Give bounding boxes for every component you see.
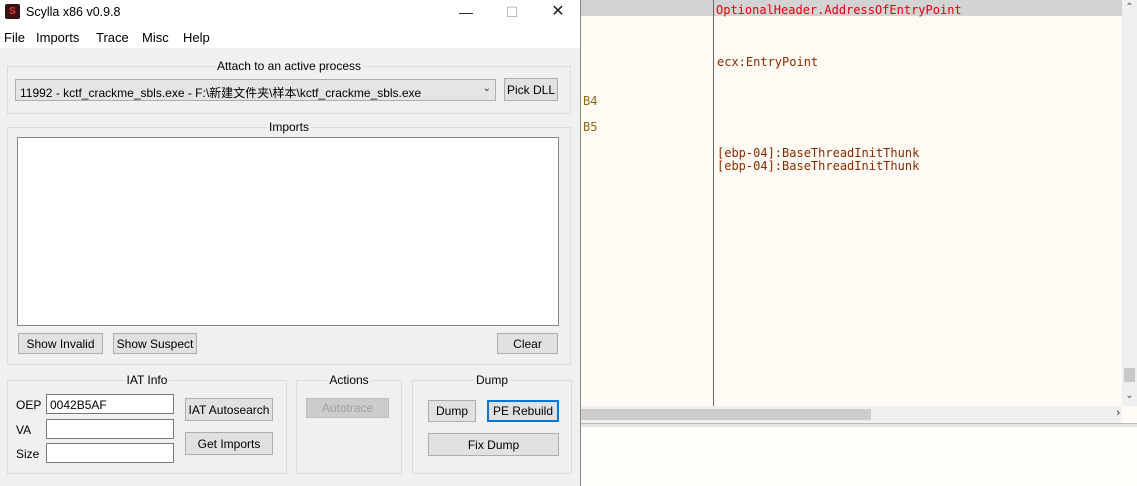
autotrace-button[interactable]: Autotrace — [306, 398, 389, 418]
fix-dump-button[interactable]: Fix Dump — [428, 433, 559, 456]
attach-group-title: Attach to an active process — [214, 59, 364, 73]
menu-file[interactable]: File — [4, 30, 25, 45]
imports-group-title: Imports — [266, 120, 311, 134]
imports-tree[interactable] — [17, 137, 559, 326]
scroll-thumb[interactable] — [581, 409, 871, 420]
window-title: Scylla x86 v0.9.8 — [26, 5, 121, 19]
column-separator — [713, 0, 714, 406]
iat-autosearch-button[interactable]: IAT Autosearch — [185, 398, 273, 421]
info-panel — [581, 427, 1137, 486]
selected-process: 11992 - kctf_crackme_sbls.exe - F:\新建文件夹… — [20, 86, 422, 100]
title-bar[interactable]: S Scylla x86 v0.9.8 — ☐ ✕ — [0, 0, 580, 25]
pick-dll-button[interactable]: Pick DLL — [504, 78, 558, 101]
scroll-up-arrow[interactable]: ⌃ — [1122, 2, 1137, 13]
horizontal-scrollbar[interactable]: › — [581, 406, 1122, 423]
size-field[interactable] — [46, 443, 174, 463]
menu-misc[interactable]: Misc — [142, 30, 169, 45]
show-invalid-button[interactable]: Show Invalid — [18, 333, 103, 354]
dump-group-title: Dump — [473, 373, 510, 387]
menu-bar: File Imports Trace Misc Help — [0, 25, 580, 48]
process-dropdown[interactable]: 11992 - kctf_crackme_sbls.exe - F:\新建文件夹… — [15, 79, 496, 101]
vertical-scrollbar[interactable]: ⌃ ⌄ — [1122, 0, 1137, 406]
pe-rebuild-button[interactable]: PE Rebuild — [487, 400, 559, 422]
scroll-right-arrow[interactable]: › — [1116, 407, 1120, 419]
scroll-thumb[interactable] — [1124, 368, 1135, 382]
comment-line: [ebp-04]:BaseThreadInitThunk — [717, 159, 920, 173]
maximize-button[interactable]: ☐ — [489, 0, 535, 25]
scylla-window: S Scylla x86 v0.9.8 — ☐ ✕ File Imports T… — [0, 0, 581, 486]
menu-imports[interactable]: Imports — [36, 30, 79, 45]
close-button[interactable]: ✕ — [535, 0, 581, 25]
scroll-down-arrow[interactable]: ⌄ — [1122, 390, 1137, 401]
comment-line: OptionalHeader.AddressOfEntryPoint — [716, 3, 962, 17]
clear-button[interactable]: Clear — [497, 333, 558, 354]
menu-help[interactable]: Help — [183, 30, 210, 45]
actions-group: Actions — [296, 373, 402, 474]
show-suspect-button[interactable]: Show Suspect — [113, 333, 197, 354]
address-fragment: B5 — [583, 120, 598, 134]
address-fragment: B4 — [583, 94, 598, 108]
chevron-down-icon[interactable]: ⌄ — [483, 83, 491, 94]
comment-line: [ebp-04]:BaseThreadInitThunk — [717, 146, 920, 160]
minimize-button[interactable]: — — [443, 0, 489, 25]
dump-button[interactable]: Dump — [428, 400, 476, 422]
oep-field[interactable]: 0042B5AF — [46, 394, 174, 414]
scylla-app-icon: S — [5, 4, 20, 19]
oep-label: OEP — [16, 398, 42, 412]
dump-group: Dump — [412, 373, 572, 474]
va-field[interactable] — [46, 419, 174, 439]
get-imports-button[interactable]: Get Imports — [185, 432, 273, 455]
actions-group-title: Actions — [327, 373, 371, 387]
va-label: VA — [16, 423, 32, 437]
menu-trace[interactable]: Trace — [96, 30, 129, 45]
comment-line: ecx:EntryPoint — [717, 55, 819, 69]
size-label: Size — [16, 447, 40, 461]
iat-info-group-title: IAT Info — [124, 373, 170, 387]
